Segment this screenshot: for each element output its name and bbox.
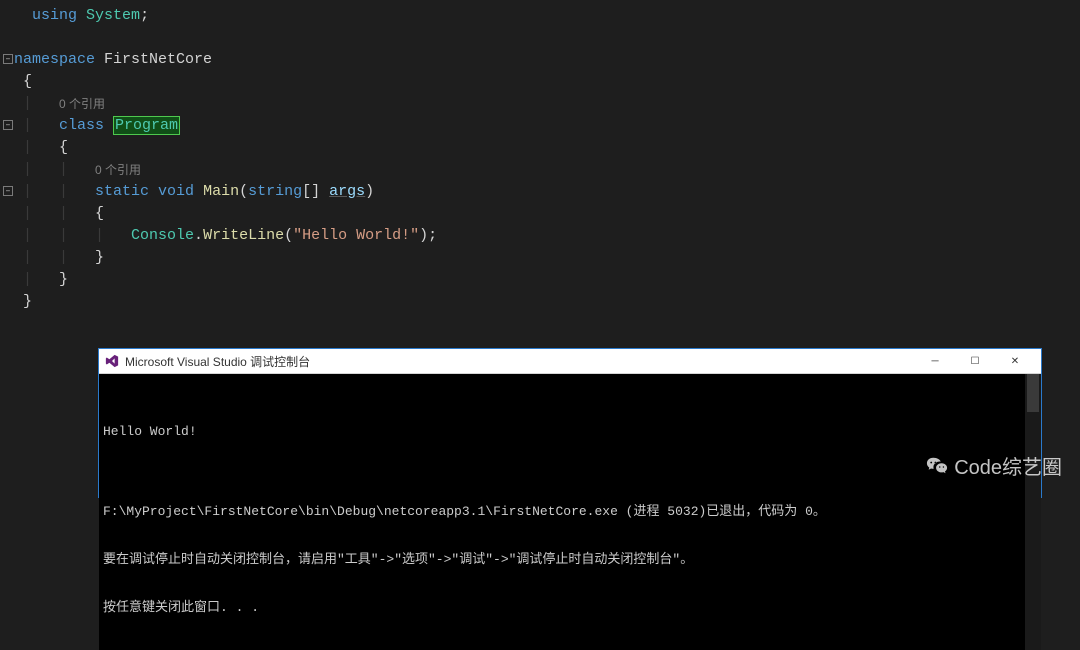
minimize-button[interactable]: ─: [915, 349, 955, 373]
brackets: []: [302, 183, 320, 200]
code-editor[interactable]: using System; – namespace FirstNetCore {…: [0, 0, 1080, 312]
brace-open: {: [95, 205, 104, 222]
maximize-button[interactable]: ☐: [955, 349, 995, 373]
code-line[interactable]: | {: [0, 136, 1080, 158]
semicolon: ;: [140, 7, 149, 24]
console-line: 要在调试停止时自动关闭控制台，请启用"工具"->"选项"->"调试"->"调试停…: [103, 552, 1037, 568]
codelens-line[interactable]: | | 0 个引用: [0, 158, 1080, 180]
brace-close: }: [23, 293, 32, 310]
paren-open: (: [239, 183, 248, 200]
code-line[interactable]: }: [0, 290, 1080, 312]
scrollbar-thumb[interactable]: [1027, 374, 1039, 412]
keyword-namespace: namespace: [14, 51, 95, 68]
code-line-current[interactable]: – | class Program: [0, 114, 1080, 136]
keyword-using: using: [32, 7, 77, 24]
type-console: Console: [131, 227, 194, 244]
paren-close: ): [365, 183, 374, 200]
console-line: Hello World!: [103, 424, 1037, 440]
console-line: F:\MyProject\FirstNetCore\bin\Debug\netc…: [103, 504, 1037, 520]
code-line[interactable]: using System;: [0, 4, 1080, 26]
string-literal: "Hello World!": [293, 227, 419, 244]
fold-toggle[interactable]: –: [2, 120, 14, 130]
console-titlebar[interactable]: Microsoft Visual Studio 调试控制台 ─ ☐ ✕: [99, 349, 1041, 374]
method-writeline: WriteLine: [203, 227, 284, 244]
vs-icon: [105, 354, 119, 368]
paren-close: ): [419, 227, 428, 244]
brace-open: {: [59, 139, 68, 156]
keyword-void: void: [158, 183, 194, 200]
method-main: Main: [203, 183, 239, 200]
console-title: Microsoft Visual Studio 调试控制台: [125, 353, 915, 370]
codelens-refs[interactable]: 0 个引用: [59, 95, 105, 112]
codelens-refs[interactable]: 0 个引用: [95, 161, 141, 178]
console-scrollbar[interactable]: [1025, 374, 1041, 650]
brace-open: {: [23, 73, 32, 90]
code-line[interactable]: – | | static void Main(string[] args): [0, 180, 1080, 202]
code-line[interactable]: – namespace FirstNetCore: [0, 48, 1080, 70]
brace-close: }: [95, 249, 104, 266]
code-line[interactable]: [0, 26, 1080, 48]
type-system: System: [86, 7, 140, 24]
keyword-string: string: [248, 183, 302, 200]
close-button[interactable]: ✕: [995, 349, 1035, 373]
debug-console-window[interactable]: Microsoft Visual Studio 调试控制台 ─ ☐ ✕ Hell…: [98, 348, 1042, 498]
code-line[interactable]: | | | Console.WriteLine("Hello World!");: [0, 224, 1080, 246]
console-output[interactable]: Hello World! F:\MyProject\FirstNetCore\b…: [99, 374, 1041, 650]
code-line[interactable]: | | {: [0, 202, 1080, 224]
fold-toggle[interactable]: –: [2, 186, 14, 196]
code-line[interactable]: | | }: [0, 246, 1080, 268]
brace-close: }: [59, 271, 68, 288]
console-line: 按任意键关闭此窗口. . .: [103, 600, 1037, 616]
keyword-static: static: [95, 183, 149, 200]
semicolon: ;: [428, 227, 437, 244]
namespace-name: FirstNetCore: [104, 51, 212, 68]
param-args: args: [329, 183, 365, 200]
fold-toggle[interactable]: –: [2, 54, 14, 64]
dot: .: [194, 227, 203, 244]
keyword-class: class: [59, 117, 104, 134]
class-name-highlighted: Program: [113, 116, 180, 135]
paren-open: (: [284, 227, 293, 244]
codelens-line[interactable]: | 0 个引用: [0, 92, 1080, 114]
code-line[interactable]: {: [0, 70, 1080, 92]
code-line[interactable]: | }: [0, 268, 1080, 290]
